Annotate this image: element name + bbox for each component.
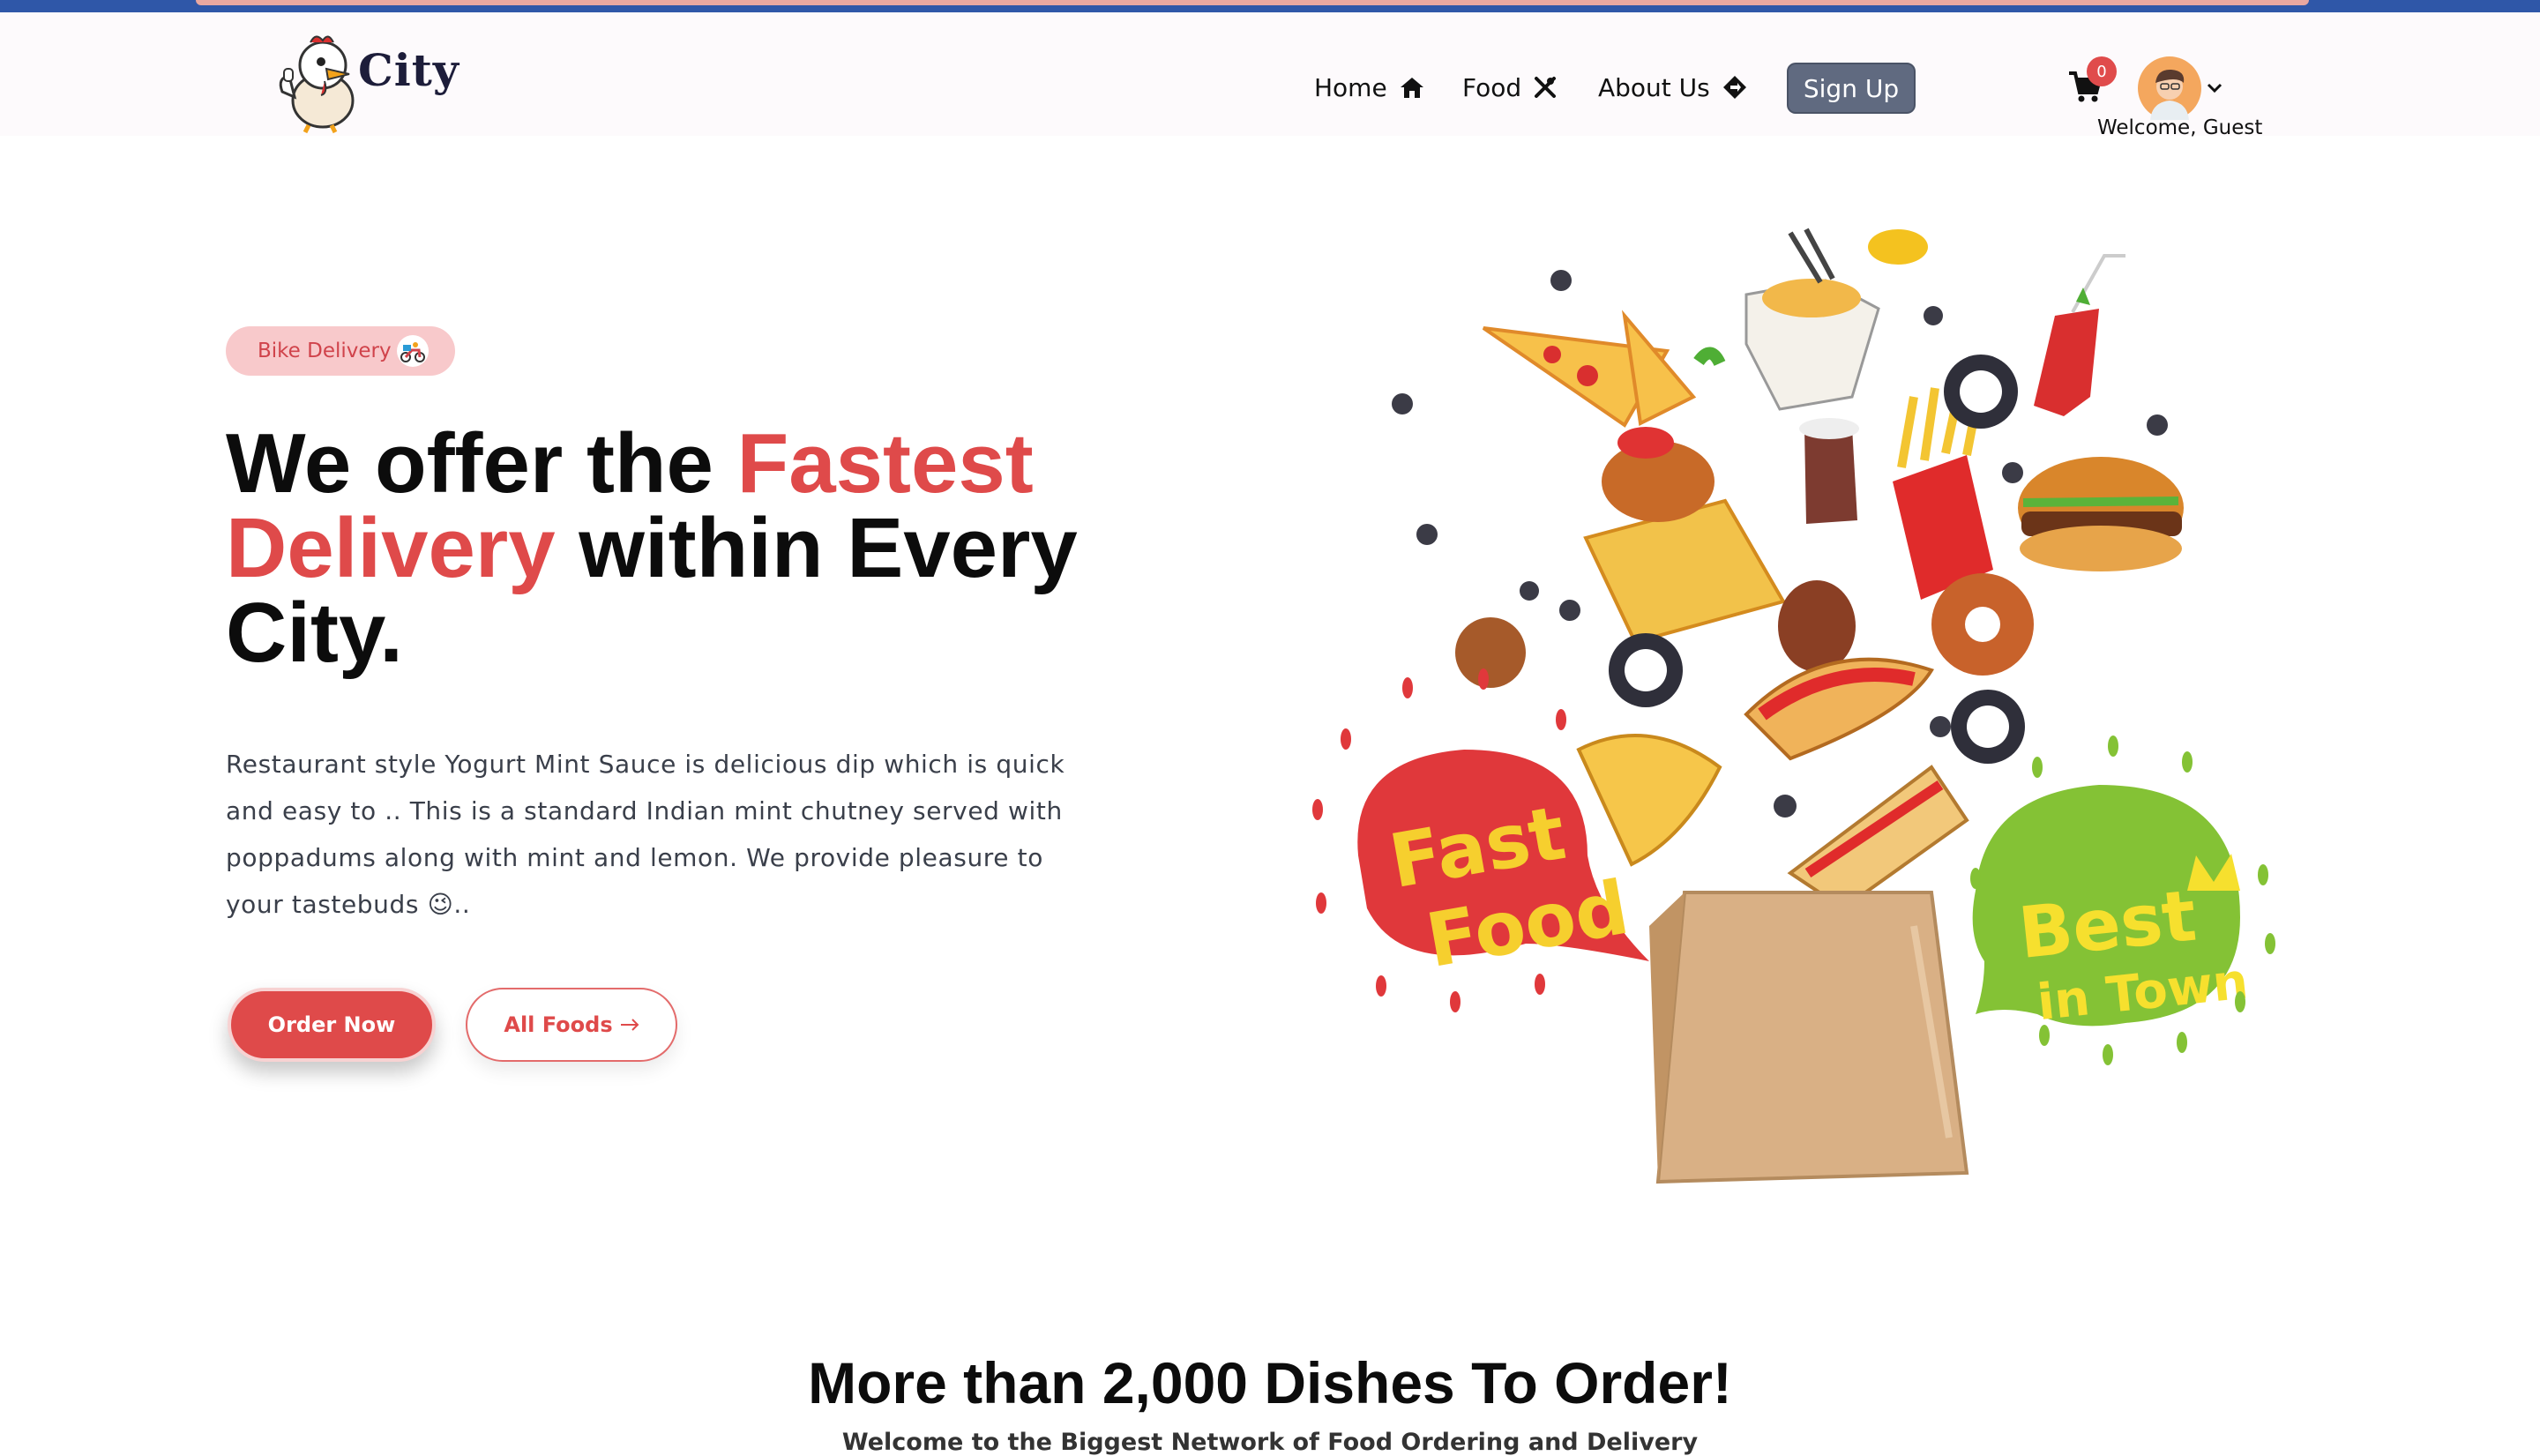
section-title: More than 2,000 Dishes To Order! [808, 1350, 1732, 1415]
nav-food[interactable]: Food [1462, 67, 1557, 108]
nav-food-label: Food [1462, 72, 1522, 102]
arrow-right-icon [620, 1012, 639, 1037]
bike-delivery-badge: Bike Delivery [226, 326, 455, 376]
section-subtitle: Welcome to the Biggest Network of Food O… [841, 1429, 1699, 1456]
navbar: City Home Food About Us Sign Up 0 Welcom… [0, 12, 2540, 139]
all-foods-label: All Foods [504, 1012, 613, 1037]
order-now-button[interactable]: Order Now [228, 988, 436, 1062]
paper-bag [1649, 891, 1969, 1184]
nav-home-label: Home [1314, 72, 1387, 102]
nav-about[interactable]: About Us [1598, 67, 1747, 108]
badge-label: Bike Delivery [258, 340, 392, 362]
utensils-icon [1534, 76, 1557, 99]
brand-name[interactable]: City [358, 44, 459, 96]
scooter-icon [396, 335, 429, 367]
top-strip-accent [196, 0, 2309, 5]
top-strip [0, 0, 2540, 12]
diamond-arrow-icon [1722, 75, 1747, 100]
user-avatar[interactable] [2138, 56, 2201, 120]
fast-food-bubble: Fast Food [1312, 668, 1649, 1012]
best-in-town-bubble: Best in Town [1970, 735, 2275, 1065]
signup-button[interactable]: Sign Up [1787, 63, 1916, 114]
all-foods-button[interactable]: All Foods [466, 988, 677, 1062]
welcome-text: Welcome, Guest [2097, 116, 2263, 139]
home-icon [1400, 76, 1424, 99]
hero-food-illustration: Fast Food Best in Town [1296, 220, 2320, 1199]
hero-description: Restaurant style Yogurt Mint Sauce is de… [226, 750, 1065, 919]
chevron-down-icon[interactable] [2205, 79, 2226, 97]
nav-about-label: About Us [1598, 72, 1710, 102]
headline-part1: We offer the [226, 416, 737, 511]
chicken-mascot-icon [279, 35, 355, 134]
hero-headline: We offer the Fastest Delivery within Eve… [226, 422, 1143, 676]
headline-accent-delivery: Delivery [226, 501, 556, 595]
nav-home[interactable]: Home [1314, 67, 1424, 108]
headline-accent-fastest: Fastest [736, 416, 1034, 511]
cart-count-badge: 0 [2087, 56, 2117, 86]
